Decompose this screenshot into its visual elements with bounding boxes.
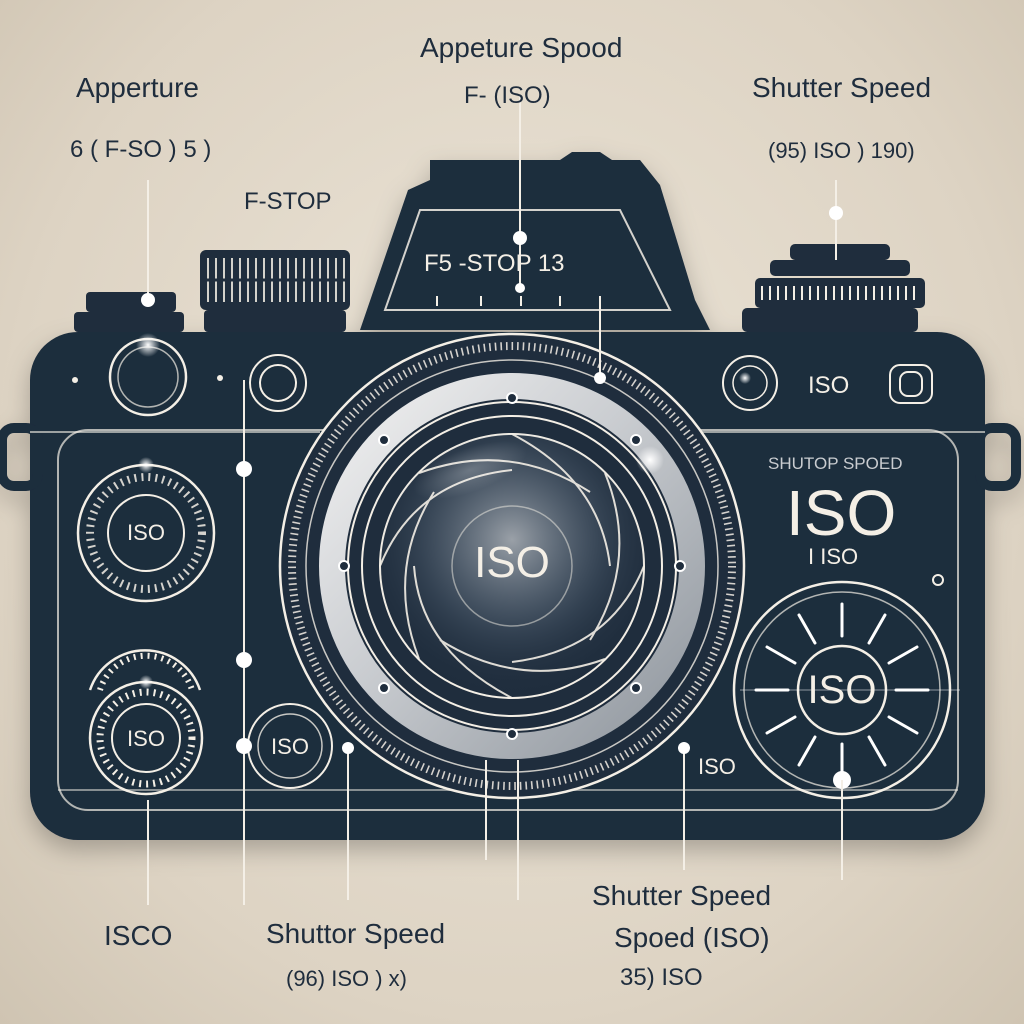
- bottom-left-label: ISCO: [104, 920, 173, 951]
- top-title: Appeture Spood: [420, 32, 623, 63]
- indicator-dot: [217, 375, 223, 381]
- shutter-speed-title: Shutter Speed: [752, 72, 932, 103]
- prism-fstop-readout: F5 -STOP 13: [424, 250, 565, 277]
- fstop-label: F-STOP: [244, 188, 332, 215]
- bottom-right-subtitle-2: 35) ISO: [620, 964, 703, 991]
- indicator-dot: [72, 377, 78, 383]
- bottom-mid-title: Shuttor Speed: [266, 918, 446, 949]
- top-left-dial[interactable]: [74, 292, 184, 332]
- right-panel-iso: ISO: [786, 477, 897, 549]
- shutter-speed-value: (95) ISO ) 190): [768, 138, 915, 163]
- right-panel-sub: I ISO: [808, 544, 859, 569]
- knurled-dial[interactable]: [200, 250, 350, 332]
- right-dial-label: ISO: [807, 668, 877, 712]
- iso-label-right: ISO: [808, 372, 850, 399]
- right-panel-header: SHUTOP SPOED: [768, 454, 903, 473]
- lens-center-label: ISO: [474, 538, 550, 587]
- aperture-title: Apperture: [76, 72, 199, 103]
- small-dial-label: ISO: [271, 734, 309, 759]
- top-subtitle: F- (ISO): [464, 82, 551, 109]
- aperture-value: 6 ( F-SO ) 5 ): [70, 136, 212, 163]
- left-upper-dial-label: ISO: [127, 520, 165, 545]
- top-right-dial[interactable]: [742, 244, 925, 332]
- left-lower-dial-label: ISO: [127, 726, 165, 751]
- bottom-right-title: Shutter Speed: [592, 880, 772, 911]
- bottom-mid-subtitle: (96) ISO ) x): [286, 966, 408, 991]
- bottom-right-subtitle: Spoed (ISO): [614, 922, 770, 953]
- iso-near-lens: ISO: [698, 754, 736, 779]
